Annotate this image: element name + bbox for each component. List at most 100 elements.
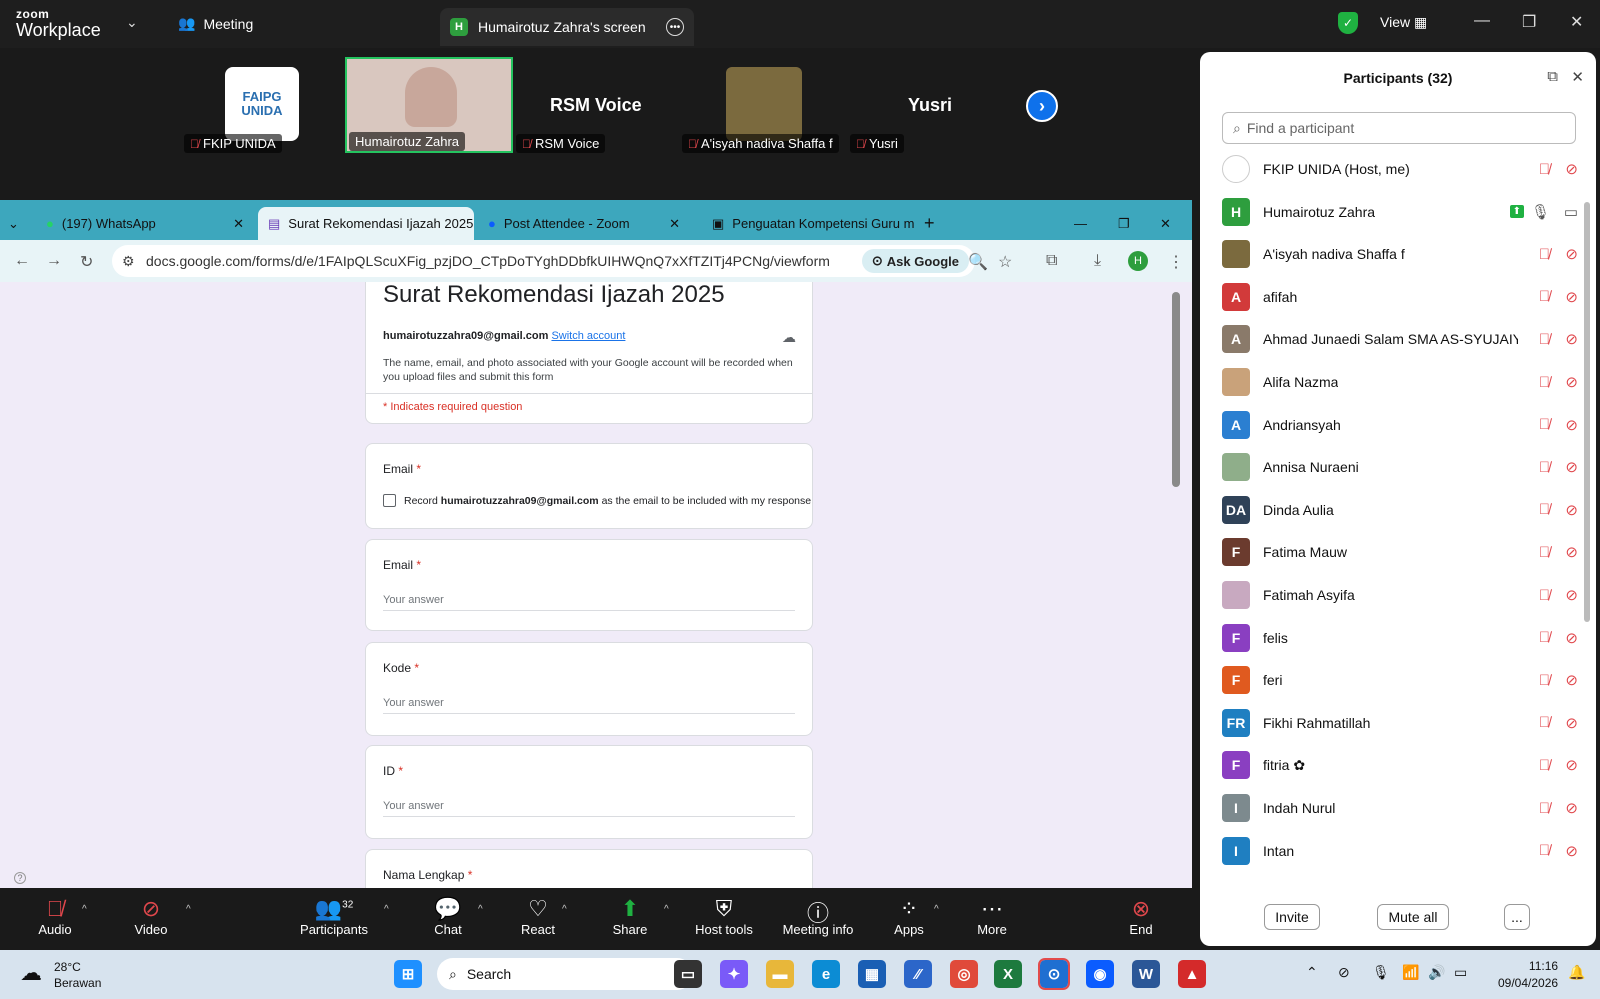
wifi-icon[interactable]: 📶: [1402, 964, 1419, 981]
participant-row[interactable]: Ffitria ✿ 🎙̸ ⊘: [1222, 748, 1578, 782]
mic-muted-icon[interactable]: 🎙̸: [1539, 246, 1550, 263]
back-icon[interactable]: ←: [14, 252, 30, 270]
file-explorer-icon[interactable]: ▬: [766, 960, 794, 988]
page-scrollbar[interactable]: [1172, 292, 1180, 487]
mic-muted-icon[interactable]: 🎙̸: [1539, 501, 1550, 518]
camera-off-icon[interactable]: ⊘: [1565, 586, 1578, 604]
chrome-icon[interactable]: ◎: [950, 960, 978, 988]
close-icon[interactable]: ✕: [1570, 12, 1583, 32]
forward-icon[interactable]: →: [46, 252, 62, 270]
excel-icon[interactable]: X: [994, 960, 1022, 988]
video-button[interactable]: ⊘ Video: [128, 896, 174, 937]
camera-off-icon[interactable]: ⊘: [1565, 501, 1578, 519]
record-email-checkbox[interactable]: [383, 494, 396, 507]
meeting-tab[interactable]: 👥 Meeting: [178, 15, 253, 32]
word-icon[interactable]: W: [1132, 960, 1160, 988]
mic-muted-icon[interactable]: 🎙̸: [1539, 587, 1550, 604]
participant-row[interactable]: ⬆ H Humairotuz Zahra 🎙 ▭: [1222, 195, 1578, 229]
zoom-page-icon[interactable]: 🔍: [968, 252, 988, 272]
windows-start-icon[interactable]: ⊞: [394, 960, 422, 988]
camera-off-icon[interactable]: ⊘: [1565, 160, 1578, 178]
participant-row[interactable]: FKIP UNIDA (Host, me) 🎙̸ ⊘: [1222, 152, 1578, 186]
camera-off-icon[interactable]: ⊘: [1565, 245, 1578, 263]
meeting-info-button[interactable]: ⓘ Meeting info: [776, 896, 860, 937]
close-panel-icon[interactable]: ✕: [1571, 68, 1584, 86]
battery-icon[interactable]: ▭: [1454, 964, 1467, 981]
tab-surat-rekomendasi[interactable]: ▤Surat Rekomendasi Ijazah 2025✕: [258, 207, 474, 240]
camera-off-icon[interactable]: ⊘: [1565, 288, 1578, 306]
camera-off-icon[interactable]: ⊘: [1565, 543, 1578, 561]
share-screen-tab[interactable]: H Humairotuz Zahra's screen •••: [440, 8, 694, 46]
camera-off-icon[interactable]: ⊘: [1565, 629, 1578, 647]
mic-muted-icon[interactable]: 🎙̸: [1539, 800, 1550, 817]
camera-app-icon[interactable]: ⊙: [1038, 958, 1070, 990]
more-options-button[interactable]: ...: [1504, 904, 1530, 930]
invite-button[interactable]: Invite: [1264, 904, 1320, 930]
mic-muted-icon[interactable]: 🎙̸: [1539, 544, 1550, 561]
next-page-icon[interactable]: ›: [1026, 90, 1058, 122]
camera-off-icon[interactable]: ⊘: [1565, 330, 1578, 348]
mic-tray-icon[interactable]: 🎙: [1372, 964, 1390, 981]
reload-icon[interactable]: ↻: [80, 252, 93, 272]
zoom-taskbar-icon[interactable]: ◉: [1086, 960, 1114, 988]
mic-muted-icon[interactable]: 🎙̸: [1539, 288, 1550, 305]
app-icon[interactable]: ⁄⁄: [904, 960, 932, 988]
react-options-icon[interactable]: ^: [562, 904, 567, 915]
participant-scrollbar[interactable]: [1584, 202, 1590, 622]
close-icon[interactable]: ✕: [233, 216, 244, 232]
close-icon[interactable]: ✕: [1160, 207, 1184, 240]
tab-penguatan[interactable]: ▣Penguatan Kompetensi Guru m✕: [702, 207, 914, 240]
url-input[interactable]: ⚙ docs.google.com/forms/d/e/1FAIpQLScuXF…: [112, 245, 975, 277]
camera-off-icon[interactable]: ▭: [1564, 203, 1578, 221]
volume-icon[interactable]: 🔊: [1428, 964, 1445, 981]
mic-muted-icon[interactable]: 🎙̸: [1539, 714, 1550, 731]
tab-list-icon[interactable]: ⌄: [8, 207, 32, 240]
menu-icon[interactable]: ⋮: [1168, 252, 1184, 272]
participants-options-icon[interactable]: ^: [384, 904, 389, 915]
minimize-icon[interactable]: —: [1474, 12, 1490, 30]
participant-row[interactable]: Aafifah 🎙̸ ⊘: [1222, 280, 1578, 314]
more-options-icon[interactable]: •••: [666, 18, 684, 36]
mic-muted-icon[interactable]: 🎙̸: [1539, 374, 1550, 391]
camera-off-icon[interactable]: ⊘: [1565, 416, 1578, 434]
switch-account-link[interactable]: Switch account: [551, 330, 625, 342]
participant-row[interactable]: A Ahmad Junaedi Salam SMA AS-SYUJAIYAH 🎙̸ ⊘: [1222, 322, 1578, 356]
download-icon[interactable]: ⤓: [1094, 252, 1101, 270]
more-button[interactable]: ⋯ More: [974, 896, 1010, 937]
chat-options-icon[interactable]: ^: [478, 904, 483, 915]
video-tile-rsm[interactable]: RSM Voice 🎙̸ RSM Voice: [516, 57, 666, 153]
email-answer-input[interactable]: Your answer: [383, 594, 795, 611]
apps-options-icon[interactable]: ^: [934, 904, 939, 915]
edge-icon[interactable]: e: [812, 960, 840, 988]
camera-off-icon[interactable]: ⊘: [1565, 373, 1578, 391]
participant-row[interactable]: A'isyah nadiva Shaffa f 🎙̸ ⊘: [1222, 237, 1578, 271]
participant-row[interactable]: I Intan 🎙̸ ⊘: [1222, 834, 1578, 868]
participants-button[interactable]: 👥32 Participants: [296, 896, 372, 937]
share-button[interactable]: ⬆ Share: [610, 896, 650, 937]
kode-answer-input[interactable]: Your answer: [383, 697, 795, 714]
ask-google-button[interactable]: ⊙ Ask Google: [861, 249, 969, 273]
mic-muted-icon[interactable]: 🎙̸: [1539, 842, 1550, 859]
tab-post-attendee[interactable]: ● Post Attendee - Zoom ✕: [478, 207, 690, 240]
participant-search-input[interactable]: ⌕ Find a participant: [1222, 112, 1576, 144]
video-tile-aisyah[interactable]: 🎙̸ A'isyah nadiva Shaffa f: [682, 57, 842, 153]
apps-button[interactable]: ⁘ Apps: [892, 896, 926, 937]
video-tile-fkip[interactable]: FAIPG UNIDA 🎙̸ FKIP UNIDA: [184, 57, 306, 153]
participant-row[interactable]: Ffelis 🎙̸ ⊘: [1222, 621, 1578, 655]
tray-chevron-icon[interactable]: ⌃: [1306, 964, 1318, 981]
camera-off-icon[interactable]: ⊘: [1565, 458, 1578, 476]
mic-muted-icon[interactable]: 🎙̸: [1539, 629, 1550, 646]
pdf-icon[interactable]: ▲: [1178, 960, 1206, 988]
mute-all-button[interactable]: Mute all: [1377, 904, 1449, 930]
task-view-icon[interactable]: ▭: [674, 960, 702, 988]
mic-muted-icon[interactable]: 🎙̸: [1539, 459, 1550, 476]
weather-widget[interactable]: 28°C Berawan: [54, 960, 101, 991]
video-options-icon[interactable]: ^: [186, 904, 191, 915]
taskbar-search[interactable]: ⌕ Search: [437, 958, 693, 990]
notification-icon[interactable]: 🔔: [1568, 964, 1585, 981]
participant-row[interactable]: Alifa Nazma 🎙̸ ⊘: [1222, 365, 1578, 399]
restore-icon[interactable]: ❐: [1522, 12, 1536, 32]
participant-row[interactable]: A Andriansyah 🎙̸ ⊘: [1222, 408, 1578, 442]
pop-out-icon[interactable]: ⧉: [1547, 68, 1558, 85]
site-info-icon[interactable]: ⚙: [122, 253, 135, 270]
